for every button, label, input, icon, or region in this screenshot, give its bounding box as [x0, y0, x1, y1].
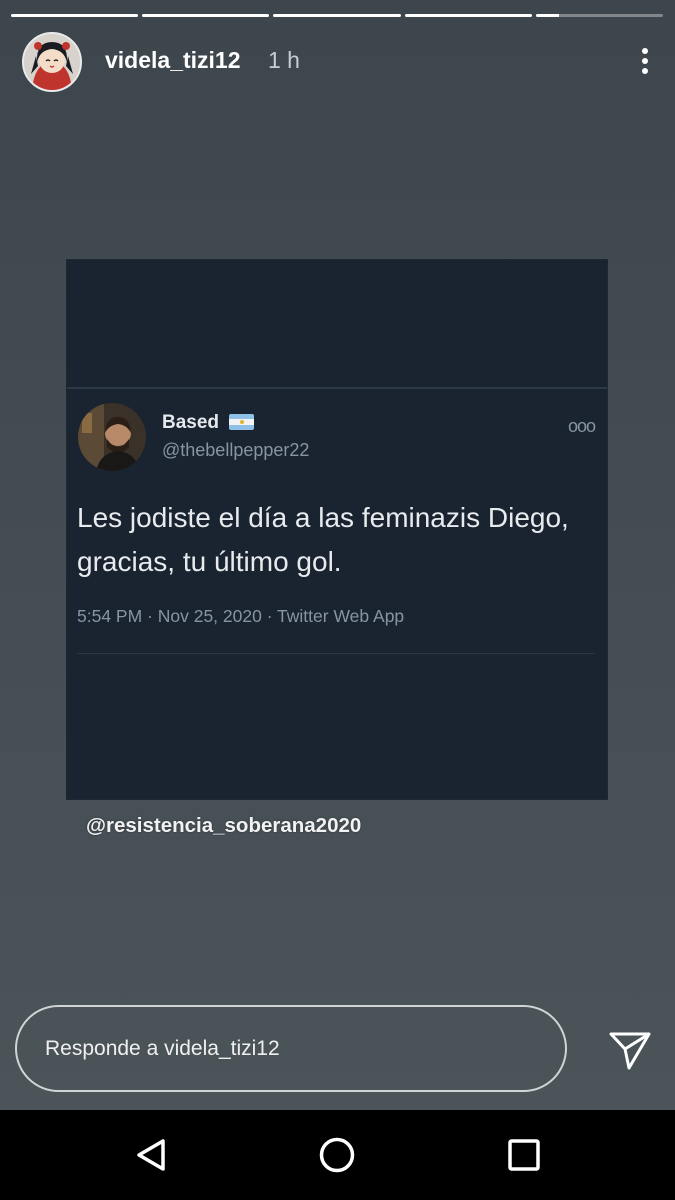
story-timestamp: 1 h: [268, 47, 300, 73]
story-header: videla_tizi12 1 h: [22, 32, 653, 92]
tweet-avatar: [78, 403, 146, 471]
reply-field[interactable]: [15, 1005, 567, 1092]
story-view[interactable]: videla_tizi12 1 h Based @thebellpepper22…: [0, 0, 675, 1110]
argentina-flag-icon: [229, 414, 254, 430]
divider: [77, 653, 595, 654]
mention-sticker[interactable]: @resistencia_soberana2020: [86, 814, 361, 838]
send-icon[interactable]: [607, 1030, 653, 1072]
story-progress: [11, 14, 664, 17]
tweet-handle: @thebellpepper22: [162, 440, 310, 460]
tweet-meta: 5:54 PM · Nov 25, 2020 · Twitter Web App: [77, 606, 405, 626]
progress-segment: [11, 14, 139, 17]
tweet-text: Les jodiste el día a las feminazis Diego…: [77, 502, 569, 577]
tweet-display-name: Based: [162, 412, 220, 433]
system-nav-bar: [0, 1110, 675, 1200]
progress-segment: [404, 14, 532, 17]
tweet-more-icon: ooo: [567, 416, 596, 436]
reply-input[interactable]: [45, 1007, 525, 1090]
tweet-screenshot: Based @thebellpepper22 ooo Les jodiste e…: [67, 260, 607, 799]
nav-back-icon[interactable]: [131, 1135, 171, 1175]
progress-segment: [142, 14, 270, 17]
nav-recents-icon[interactable]: [504, 1135, 544, 1175]
progress-segment: [273, 14, 401, 17]
story-username[interactable]: videla_tizi12: [105, 47, 241, 74]
avatar[interactable]: [22, 32, 82, 92]
nav-home-icon[interactable]: [317, 1135, 357, 1175]
divider: [67, 387, 607, 389]
progress-segment-current: [535, 14, 664, 17]
more-vertical-icon[interactable]: [637, 46, 653, 78]
